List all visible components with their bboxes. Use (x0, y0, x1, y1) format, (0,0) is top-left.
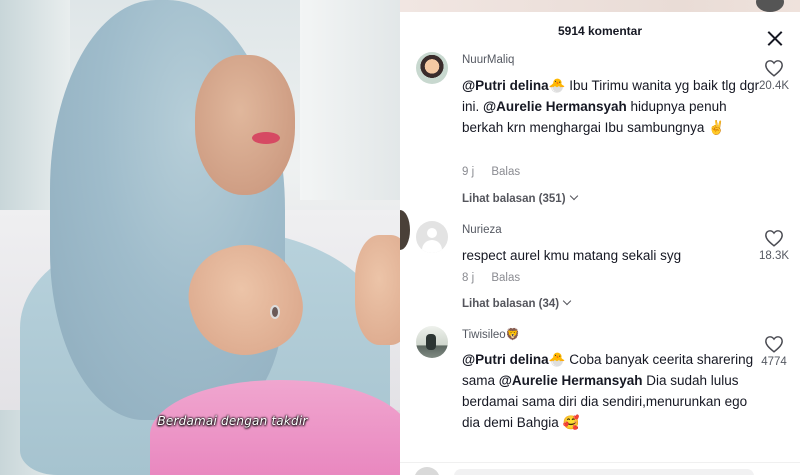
like-control[interactable]: 20.4K (756, 59, 792, 92)
video-subtitle: Berdamai dengan takdir (157, 414, 308, 428)
heart-icon[interactable] (764, 59, 784, 77)
avatar (414, 467, 440, 475)
view-replies-label: Lihat balasan (351) (462, 193, 566, 205)
heart-icon[interactable] (764, 335, 784, 353)
like-control[interactable]: 18.3K (756, 229, 792, 262)
comment-username[interactable]: Tiwisileo🦁 (462, 327, 520, 341)
like-control[interactable]: 4774 (756, 335, 792, 368)
view-replies-label: Lihat balasan (34) (462, 298, 560, 310)
mention-link[interactable]: @Putri delina (462, 352, 549, 367)
background-curtain (300, 0, 400, 200)
mention-link[interactable]: @Aurelie Hermansyah (483, 99, 627, 114)
like-count: 4774 (761, 356, 787, 368)
close-icon[interactable] (766, 30, 784, 48)
reply-button[interactable]: Balas (491, 272, 520, 284)
emoji: 🐣 (548, 352, 566, 367)
comment-username[interactable]: Nurieza (462, 224, 502, 236)
comment-time: 8 j (462, 272, 475, 284)
comment-text: @Putri delina🐣 Ibu Tirimu wanita yg baik… (462, 75, 762, 138)
comment-input-bar (400, 462, 800, 475)
avatar[interactable] (416, 52, 448, 84)
comment-meta: 9 j Balas (462, 166, 520, 178)
avatar[interactable] (416, 326, 448, 358)
comment-text: respect aurel kmu matang sekali syg (462, 248, 682, 263)
person-hand-right (355, 235, 400, 345)
comment-time: 9 j (462, 166, 475, 178)
person-ring (270, 305, 280, 319)
avatar[interactable] (416, 221, 448, 253)
emoji: 🐣 (548, 78, 566, 93)
person-lips (252, 132, 280, 144)
view-replies-button[interactable]: Lihat balasan (351) (462, 191, 578, 205)
mention-link[interactable]: @Putri delina (462, 78, 549, 93)
partial-avatar (400, 210, 410, 250)
video-frame[interactable]: Berdamai dengan takdir (0, 0, 400, 475)
like-count: 18.3K (758, 250, 790, 262)
person-face (195, 55, 295, 195)
comment-username[interactable]: NuurMaliq (462, 54, 514, 66)
mention-link[interactable]: @Aurelie Hermansyah (499, 373, 643, 388)
report-icon[interactable] (756, 0, 784, 12)
comment-meta: 8 j Balas (462, 272, 520, 284)
chevron-down-icon (562, 296, 572, 306)
comment-count-title: 5914 komentar (557, 24, 643, 38)
comment-input[interactable] (454, 469, 754, 475)
heart-icon[interactable] (764, 229, 784, 247)
view-replies-button[interactable]: Lihat balasan (34) (462, 296, 572, 310)
chevron-down-icon (569, 191, 578, 201)
comment-text: @Putri delina🐣 Coba banyak ceerita share… (462, 349, 762, 433)
reply-button[interactable]: Balas (491, 166, 520, 178)
video-top-strip (400, 0, 800, 12)
like-count: 20.4K (758, 80, 790, 92)
comments-panel: 5914 komentar NuurMaliq @Putri delina🐣 I… (400, 0, 800, 475)
